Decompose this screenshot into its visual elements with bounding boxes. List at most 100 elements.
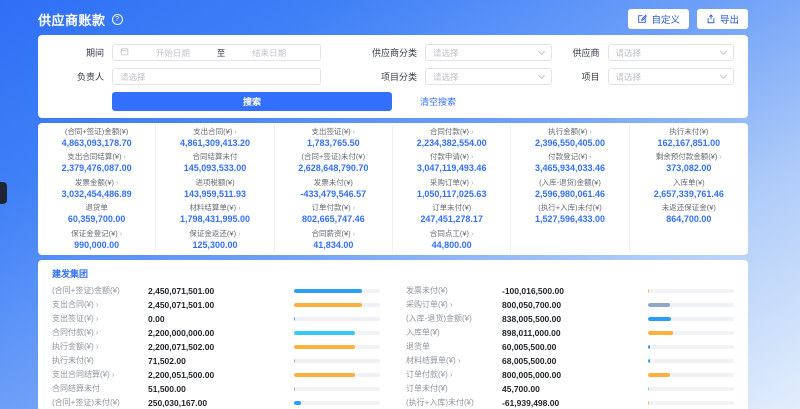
- chart-row: 合同付款(¥)›2,200,000,000.00: [52, 326, 380, 340]
- chart-row: 退货单60,005,500.00: [406, 340, 734, 354]
- kpi-cell[interactable]: 发票金额(¥)›3,032,454,486.89: [38, 176, 156, 202]
- chart-row-bar: [294, 373, 380, 377]
- kpi-value: 2,657,339,761.46: [630, 188, 748, 200]
- kpi-value: 4,863,093,178.70: [38, 137, 155, 149]
- chart-row-value: 2,450,071,501.00: [148, 300, 294, 310]
- chart-row: 订单付款(¥)›800,005,000.00: [406, 368, 734, 382]
- chart-row-bar: [294, 359, 380, 363]
- kpi-value: 125,300.00: [156, 239, 273, 251]
- kpi-cell[interactable]: 订单付款(¥)›802,665,747.46: [275, 202, 393, 228]
- chart-row-value: 68,005,500.00: [502, 356, 648, 366]
- customize-button[interactable]: 自定义: [628, 9, 689, 29]
- filter-actions: 搜索 清空搜索: [112, 92, 734, 111]
- clear-search-button[interactable]: 清空搜索: [420, 95, 456, 108]
- chart-row-label[interactable]: 材料结算单(¥)›: [406, 355, 502, 366]
- customize-button-label: 自定义: [651, 12, 680, 26]
- kpi-cell[interactable]: 剩余预付款金额(¥)›373,082.00: [630, 151, 748, 177]
- kpi-label: 入库单(¥): [630, 178, 748, 188]
- kpi-cell: 订单未付(¥)247,451,278.17: [393, 202, 511, 228]
- kpi-value: 2,596,980,061.46: [511, 188, 628, 200]
- chart-row-value: 2,200,000,000.00: [148, 328, 294, 338]
- chart-row-bar: [648, 373, 734, 377]
- chart-row: (合同+签证)金额(¥)2,450,071,501.00: [52, 284, 380, 298]
- kpi-cell[interactable]: 执行金额(¥)›2,396,550,405.00: [511, 125, 629, 151]
- chart-row-label[interactable]: 订单付款(¥)›: [406, 369, 502, 380]
- kpi-label: 未返还保证金(¥): [630, 203, 748, 213]
- kpi-cell[interactable]: 合同点工(¥)›44,800.00: [393, 227, 511, 253]
- chart-row-bar: [648, 345, 734, 349]
- chart-row-value: 60,005,500.00: [502, 342, 648, 352]
- kpi-cell[interactable]: 支出签证(¥)›1,783,765.50: [275, 125, 393, 151]
- chart-row-label[interactable]: 执行金额(¥)›: [52, 341, 148, 352]
- chart-row-label[interactable]: 支出合同(¥)›: [52, 299, 148, 310]
- kpi-cell[interactable]: 采购订单(¥)›1,050,117,025.63: [393, 176, 511, 202]
- chart-row-value: 45,700.00: [502, 384, 648, 394]
- chart-row-bar: [648, 317, 734, 321]
- kpi-summary-panel: (合同+签证)金额(¥)4,863,093,178.70支出合同(¥)›4,86…: [38, 123, 748, 255]
- chart-row-label[interactable]: 支出签证(¥)›: [52, 313, 148, 324]
- chart-row: 执行未付(¥)71,502.00: [52, 354, 380, 368]
- kpi-label: 发票金额(¥)›: [38, 178, 155, 188]
- chart-col-left: (合同+签证)金额(¥)2,450,071,501.00支出合同(¥)›2,45…: [52, 284, 380, 409]
- chart-row-bar: [648, 359, 734, 363]
- chart-row-value: 2,200,051,500.00: [148, 370, 294, 380]
- chart-row-value: 898,011,000.00: [502, 328, 648, 338]
- chart-col-right: 发票未付(¥)-100,016,500.00采购订单(¥)›800,050,70…: [406, 284, 734, 409]
- supplier-select[interactable]: 请选择: [608, 44, 735, 61]
- kpi-value: 247,451,278.17: [393, 213, 510, 225]
- kpi-value: 1,783,765.50: [275, 137, 392, 149]
- chart-columns: (合同+签证)金额(¥)2,450,071,501.00支出合同(¥)›2,45…: [52, 284, 734, 409]
- chart-row: 订单未付(¥)45,700.00: [406, 382, 734, 396]
- export-button[interactable]: 导出: [697, 9, 748, 29]
- project-category-select[interactable]: 请选择: [425, 68, 552, 85]
- chart-row-label[interactable]: 合同付款(¥)›: [52, 327, 148, 338]
- kpi-cell[interactable]: 保证金登记(¥)›990,000.00: [38, 227, 156, 253]
- chart-row-label: 合同结算未付: [52, 383, 148, 394]
- kpi-label: 剩余预付款金额(¥)›: [630, 152, 748, 162]
- project-select[interactable]: 请选择: [608, 68, 735, 85]
- kpi-cell[interactable]: 合同薪资(¥)›41,834.00: [275, 227, 393, 253]
- supplier-category-label: 供应商分类: [321, 46, 417, 59]
- owner-select[interactable]: 请选择: [112, 68, 321, 85]
- kpi-cell[interactable]: 支出合同(¥)›4,861,309,413.20: [156, 125, 274, 151]
- search-button[interactable]: 搜索: [112, 92, 392, 111]
- chart-row-label[interactable]: 支出合同结算(¥)›: [52, 369, 148, 380]
- supplier-group-panel: 建发集团 (合同+签证)金额(¥)2,450,071,501.00支出合同(¥)…: [38, 260, 748, 409]
- sidebar-collapse-handle[interactable]: [0, 182, 7, 204]
- kpi-cell[interactable]: 保证金返还(¥)›125,300.00: [156, 227, 274, 253]
- kpi-cell[interactable]: 付款申请(¥)›3,047,119,493.46: [393, 151, 511, 177]
- kpi-cell: (执行+入库)未付(¥)1,527,596,433.00: [511, 202, 629, 228]
- export-icon: [706, 14, 716, 24]
- supplier-category-select[interactable]: 请选择: [425, 44, 552, 61]
- kpi-cell[interactable]: 材料结算单(¥)›1,798,431,995.00: [156, 202, 274, 228]
- chart-row-label: (入库-退货)金额(¥): [406, 313, 502, 324]
- chart-row-bar: [648, 401, 734, 405]
- kpi-cell: 入库单(¥)2,657,339,761.46: [630, 176, 748, 202]
- start-date-placeholder: 开始日期: [156, 47, 190, 59]
- page-header: 供应商账款 ? 自定义 导出: [38, 8, 748, 30]
- chart-row-label: (合同+签证)金额(¥): [52, 285, 148, 296]
- kpi-label: 支出签证(¥)›: [275, 127, 392, 137]
- chart-row-value: 71,502.00: [148, 356, 294, 366]
- kpi-label: (执行+入库)未付(¥): [511, 203, 628, 213]
- help-icon[interactable]: ?: [112, 14, 123, 25]
- calendar-icon: [120, 47, 129, 58]
- kpi-label: (入库-退货)金额(¥): [511, 178, 628, 188]
- kpi-value: 2,379,476,087.00: [38, 162, 155, 174]
- kpi-value: 143,959,511.93: [156, 188, 273, 200]
- kpi-cell[interactable]: 支出合同结算(¥)›2,379,476,087.00: [38, 151, 156, 177]
- kpi-value: 4,861,309,413.20: [156, 137, 273, 149]
- group-name[interactable]: 建发集团: [52, 267, 734, 280]
- chart-row-label[interactable]: 采购订单(¥)›: [406, 299, 502, 310]
- chevron-down-icon: [537, 47, 544, 54]
- chart-row-bar: [294, 387, 380, 391]
- kpi-value: 373,082.00: [630, 162, 748, 174]
- date-range-input[interactable]: 开始日期 至 结束日期: [112, 44, 321, 61]
- kpi-cell[interactable]: 付款登记(¥)›3,465,934,033.46: [511, 151, 629, 177]
- chart-row-bar: [648, 289, 734, 293]
- kpi-cell[interactable]: 合同付款(¥)›2,234,382,554.00: [393, 125, 511, 151]
- kpi-cell: 未返还保证金(¥)864,700.00: [630, 202, 748, 228]
- kpi-label: 支出合同(¥)›: [156, 127, 273, 137]
- chart-row: 采购订单(¥)›800,050,700.00: [406, 298, 734, 312]
- filter-row-1: 期间 开始日期 至 结束日期 供应商分类 请选择 供应商 请选择: [52, 44, 734, 61]
